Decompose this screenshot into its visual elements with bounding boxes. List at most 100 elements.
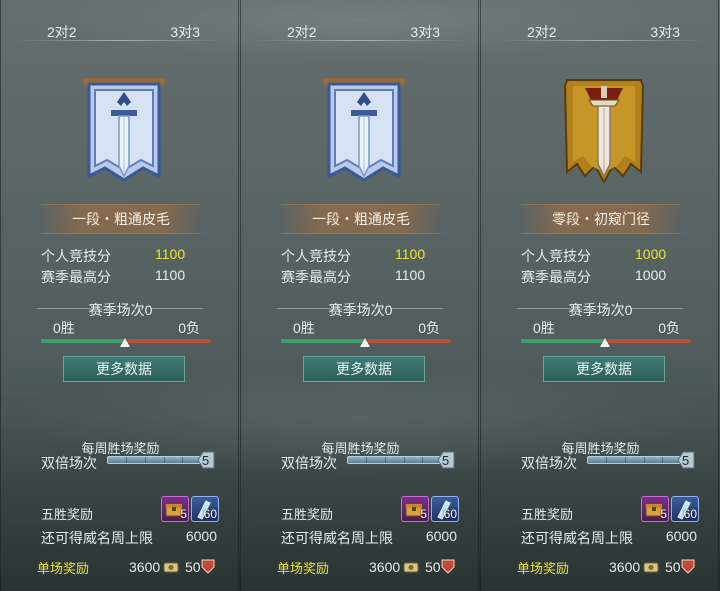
best-score-label: 赛季最高分 — [41, 269, 111, 285]
losses-count: 0负 — [178, 320, 200, 336]
best-score-value: 1100 — [395, 267, 426, 283]
score-value: 1100 — [155, 246, 186, 262]
score-value: 1100 — [395, 246, 426, 262]
arena-panel-1: 2对2 3对3 一段・粗通皮毛 个人竞技分 1100 赛季最高分 1100 赛季… — [0, 0, 239, 591]
shield-icon — [441, 559, 455, 574]
blue-sword-banner-icon — [323, 78, 405, 182]
gem-reward-icon[interactable]: 60 — [671, 496, 699, 522]
single-coin-value: 3600 — [609, 559, 641, 575]
wins-count: 0胜 — [53, 320, 75, 336]
tab-divider — [255, 40, 465, 41]
double-count: 5 — [442, 453, 450, 468]
shield-icon — [201, 559, 215, 574]
rank-title: 零段・初窥门径 — [521, 204, 681, 234]
loss-bar — [607, 339, 691, 343]
wins-count: 0胜 — [293, 320, 315, 336]
tab-divider — [495, 40, 705, 41]
tab-2v2[interactable]: 2对2 — [47, 22, 77, 42]
gem-count: 60 — [443, 507, 457, 521]
single-coin-value: 3600 — [129, 559, 161, 575]
weekly-limit-row: 还可得威名周上限 6000 — [281, 528, 457, 548]
score-label: 个人竞技分 — [41, 248, 111, 264]
more-data-button[interactable]: 更多数据 — [303, 356, 425, 382]
single-match-reward-label: 单场奖励 — [517, 561, 570, 576]
weekly-limit-row: 还可得威名周上限 6000 — [41, 528, 217, 548]
losses-count: 0负 — [418, 320, 440, 336]
double-matches-label: 双倍场次 — [521, 455, 577, 471]
coin-icon — [403, 562, 419, 573]
single-other-value: 50 — [665, 559, 681, 575]
tab-2v2[interactable]: 2对2 — [527, 22, 557, 42]
win-bar — [281, 339, 365, 343]
tab-divider — [15, 40, 225, 41]
weekly-limit-label: 还可得威名周上限 — [281, 530, 393, 546]
single-match-reward-label: 单场奖励 — [277, 561, 330, 576]
best-score-value: 1000 — [635, 267, 667, 283]
shield-icon — [681, 559, 695, 574]
tab-3v3[interactable]: 3对3 — [410, 22, 440, 42]
gold-sword-banner-icon — [563, 79, 645, 185]
tab-3v3[interactable]: 3对3 — [650, 22, 680, 42]
arena-panel-2: 2对2 3对3 一段・粗通皮毛 个人竞技分 1100 赛季最高分 1100 赛季… — [240, 0, 479, 591]
double-matches-bar — [587, 456, 681, 464]
mode-tabs: 2对2 3对3 — [481, 20, 718, 42]
gem-count: 60 — [203, 507, 217, 521]
score-row: 个人竞技分 1100 — [281, 246, 451, 264]
single-coin-value: 3600 — [369, 559, 401, 575]
double-matches-bar — [347, 456, 441, 464]
single-other-value: 50 — [185, 559, 201, 575]
double-matches-bar — [107, 456, 201, 464]
gem-count: 60 — [683, 507, 697, 521]
score-value: 1000 — [635, 246, 667, 262]
mode-tabs: 2对2 3对3 — [1, 20, 238, 42]
tab-3v3[interactable]: 3对3 — [170, 22, 200, 42]
mode-tabs: 2对2 3对3 — [241, 20, 478, 42]
gem-reward-icon[interactable]: 60 — [431, 496, 459, 522]
single-match-reward-label: 单场奖励 — [37, 561, 90, 576]
tab-2v2[interactable]: 2对2 — [287, 22, 317, 42]
ratio-marker-icon — [600, 338, 610, 347]
rank-title: 一段・粗通皮毛 — [41, 204, 201, 234]
best-score-label: 赛季最高分 — [281, 269, 351, 285]
win-bar — [521, 339, 605, 343]
season-matches: 赛季场次0 — [568, 302, 633, 318]
loss-bar — [127, 339, 211, 343]
gem-reward-icon[interactable]: 60 — [191, 496, 219, 522]
best-score-label: 赛季最高分 — [521, 269, 591, 285]
blue-sword-banner-icon — [83, 78, 165, 182]
double-matches-label: 双倍场次 — [41, 455, 97, 471]
best-score-value: 1100 — [155, 267, 186, 283]
chest-count: 5 — [660, 507, 667, 521]
score-label: 个人竞技分 — [281, 248, 351, 264]
double-count: 5 — [682, 453, 690, 468]
chest-count: 5 — [420, 507, 427, 521]
chest-reward-icon[interactable]: 5 — [641, 496, 669, 522]
five-win-label: 五胜奖励 — [521, 507, 574, 522]
rank-title: 一段・粗通皮毛 — [281, 204, 441, 234]
more-data-button[interactable]: 更多数据 — [63, 356, 185, 382]
best-score-row: 赛季最高分 1000 — [521, 267, 691, 285]
wins-count: 0胜 — [533, 320, 555, 336]
score-label: 个人竞技分 — [521, 248, 591, 264]
single-other-value: 50 — [425, 559, 441, 575]
weekly-limit-row: 还可得威名周上限 6000 — [521, 528, 697, 548]
arena-panel-3: 2对2 3对3 零段・初窥门径 个人竞技分 1000 赛季最高分 1000 赛季… — [480, 0, 719, 591]
more-data-button[interactable]: 更多数据 — [543, 356, 665, 382]
five-win-label: 五胜奖励 — [41, 507, 94, 522]
ratio-marker-icon — [120, 338, 130, 347]
best-score-row: 赛季最高分 1100 — [281, 267, 451, 285]
ratio-marker-icon — [360, 338, 370, 347]
weekly-limit-label: 还可得威名周上限 — [521, 530, 633, 546]
chest-reward-icon[interactable]: 5 — [161, 496, 189, 522]
season-matches: 赛季场次0 — [328, 302, 393, 318]
weekly-limit-value: 6000 — [665, 528, 697, 544]
win-bar — [41, 339, 125, 343]
score-row: 个人竞技分 1000 — [521, 246, 691, 264]
season-matches: 赛季场次0 — [88, 302, 153, 318]
chest-reward-icon[interactable]: 5 — [401, 496, 429, 522]
five-win-label: 五胜奖励 — [281, 507, 334, 522]
weekly-limit-label: 还可得威名周上限 — [41, 530, 153, 546]
weekly-limit-value: 6000 — [185, 528, 217, 544]
double-matches-label: 双倍场次 — [281, 455, 337, 471]
weekly-limit-value: 6000 — [425, 528, 457, 544]
